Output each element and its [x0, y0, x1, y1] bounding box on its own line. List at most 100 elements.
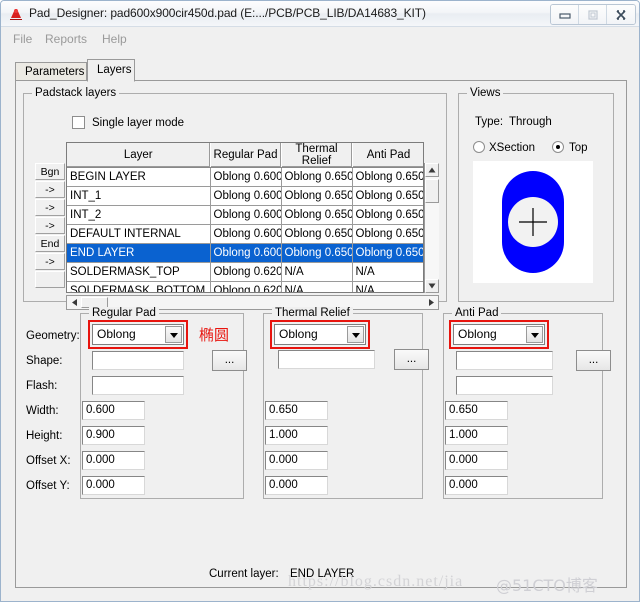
- anti-pad-width-field[interactable]: 0.650: [445, 401, 508, 420]
- table-row[interactable]: SOLDERMASK_TOP Oblong 0.620 X N/A N/A: [67, 262, 423, 282]
- cell-regular[interactable]: Oblong 0.600 X: [210, 167, 282, 187]
- regular-pad-offsetx-field[interactable]: 0.000: [82, 451, 145, 470]
- regular-pad-height-field[interactable]: 0.900: [82, 426, 145, 445]
- anti-pad-geometry-combo[interactable]: Oblong: [453, 324, 545, 345]
- row-button-begin[interactable]: Bgn: [35, 163, 65, 180]
- regular-pad-width-value: 0.600: [86, 404, 115, 416]
- table-row[interactable]: SOLDERMASK_BOTTOM Oblong 0.620 X N/A N/A: [67, 281, 423, 292]
- annotation-ellipse: 椭圆: [199, 326, 230, 344]
- cell-antipad[interactable]: N/A: [352, 262, 423, 282]
- row-button-end[interactable]: End: [35, 235, 65, 252]
- row-button-int1[interactable]: ->: [35, 181, 65, 198]
- chevron-down-icon[interactable]: [165, 326, 182, 343]
- anti-pad-shape-browse-button[interactable]: ...: [576, 350, 611, 371]
- padstack-grid: Bgn -> -> -> End -> Layer Regular Pad Th…: [35, 142, 439, 310]
- maximize-button[interactable]: [579, 5, 607, 24]
- tab-parameters[interactable]: Parameters: [15, 62, 87, 81]
- column-header-layer[interactable]: Layer: [67, 143, 211, 168]
- cell-thermal[interactable]: Oblong 0.650 X: [281, 186, 353, 206]
- regular-pad-flash-field[interactable]: [92, 376, 184, 395]
- thermal-relief-width-value: 0.650: [269, 404, 298, 416]
- regular-pad-offsety-value: 0.000: [86, 479, 115, 491]
- cell-regular[interactable]: Oblong 0.620 X: [210, 281, 282, 292]
- cell-thermal[interactable]: N/A: [281, 281, 353, 292]
- thermal-relief-offsetx-field[interactable]: 0.000: [265, 451, 328, 470]
- cell-layer[interactable]: DEFAULT INTERNAL: [67, 224, 211, 244]
- cell-thermal[interactable]: Oblong 0.650 X: [281, 205, 353, 225]
- table-row[interactable]: INT_1 Oblong 0.600 X Oblong 0.650 X Oblo…: [67, 186, 423, 206]
- row-button-header-spacer: [35, 142, 65, 163]
- regular-pad-shape-browse-button[interactable]: ...: [212, 350, 247, 371]
- thermal-relief-height-field[interactable]: 1.000: [265, 426, 328, 445]
- grid-vertical-scrollbar[interactable]: [424, 163, 439, 293]
- cell-layer[interactable]: BEGIN LAYER: [67, 167, 211, 187]
- cell-layer[interactable]: SOLDERMASK_TOP: [67, 262, 211, 282]
- anti-pad-shape-field[interactable]: [456, 351, 553, 370]
- scroll-right-button[interactable]: [425, 297, 437, 308]
- cell-regular[interactable]: Oblong 0.600 X: [210, 186, 282, 206]
- regular-pad-offsety-field[interactable]: 0.000: [82, 476, 145, 495]
- padstack-table-viewport: Layer Regular Pad Thermal Relief Anti Pa…: [66, 142, 424, 293]
- row-button-smbottom[interactable]: [35, 271, 65, 288]
- table-row[interactable]: INT_2 Oblong 0.600 X Oblong 0.650 X Oblo…: [67, 205, 423, 225]
- row-button-int2[interactable]: ->: [35, 199, 65, 216]
- column-header-antipad[interactable]: Anti Pad: [352, 143, 423, 168]
- table-row[interactable]: DEFAULT INTERNAL Oblong 0.600 X Oblong 0…: [67, 224, 423, 244]
- chevron-down-icon[interactable]: [347, 326, 364, 343]
- radio-xsection[interactable]: [473, 141, 485, 153]
- cell-layer[interactable]: END LAYER: [67, 243, 211, 263]
- menu-help[interactable]: Help: [96, 31, 133, 47]
- cell-antipad[interactable]: N/A: [352, 281, 423, 292]
- cell-antipad[interactable]: Oblong 0.650 X: [352, 205, 423, 225]
- anti-pad-geometry-value: Oblong: [458, 327, 497, 341]
- thermal-relief-label: Thermal Relief: [272, 307, 353, 319]
- cell-antipad[interactable]: Oblong 0.650 X: [352, 186, 423, 206]
- cell-regular[interactable]: Oblong 0.600 X: [210, 224, 282, 244]
- table-row[interactable]: BEGIN LAYER Oblong 0.600 X Oblong 0.650 …: [67, 167, 423, 187]
- radio-top[interactable]: [552, 141, 564, 153]
- cell-thermal[interactable]: Oblong 0.650 X: [281, 224, 353, 244]
- close-button[interactable]: [607, 5, 635, 24]
- scroll-thumb[interactable]: [425, 179, 439, 203]
- cell-antipad[interactable]: Oblong 0.650 X: [352, 243, 423, 263]
- thermal-relief-offsety-value: 0.000: [269, 479, 298, 491]
- cell-regular[interactable]: Oblong 0.620 X: [210, 262, 282, 282]
- cell-antipad[interactable]: Oblong 0.650 X: [352, 224, 423, 244]
- cell-regular[interactable]: Oblong 0.600 X: [210, 243, 282, 263]
- cell-thermal[interactable]: Oblong 0.650 X: [281, 243, 353, 263]
- tab-layers[interactable]: Layers: [87, 59, 135, 82]
- menu-file[interactable]: File: [7, 31, 38, 47]
- regular-pad-width-field[interactable]: 0.600: [82, 401, 145, 420]
- row-button-smtop[interactable]: ->: [35, 253, 65, 270]
- anti-pad-height-field[interactable]: 1.000: [445, 426, 508, 445]
- anti-pad-offsetx-field[interactable]: 0.000: [445, 451, 508, 470]
- anti-pad-offsety-field[interactable]: 0.000: [445, 476, 508, 495]
- thermal-relief-shape-field[interactable]: [278, 350, 375, 369]
- regular-pad-shape-field[interactable]: [92, 351, 184, 370]
- scroll-down-button[interactable]: [425, 279, 439, 293]
- scroll-left-button[interactable]: [68, 297, 80, 308]
- thermal-relief-offsety-field[interactable]: 0.000: [265, 476, 328, 495]
- row-button-default[interactable]: ->: [35, 217, 65, 234]
- minimize-button[interactable]: [551, 5, 579, 24]
- cell-thermal[interactable]: Oblong 0.650 X: [281, 167, 353, 187]
- cell-antipad[interactable]: Oblong 0.650 X: [352, 167, 423, 187]
- scroll-up-button[interactable]: [425, 163, 439, 177]
- menu-reports[interactable]: Reports: [39, 31, 93, 47]
- column-header-thermal[interactable]: Thermal Relief: [281, 143, 353, 168]
- app-icon: [8, 6, 24, 22]
- regular-pad-geometry-combo[interactable]: Oblong: [92, 324, 184, 345]
- cell-layer[interactable]: SOLDERMASK_BOTTOM: [67, 281, 211, 292]
- table-row-selected[interactable]: END LAYER Oblong 0.600 X Oblong 0.650 X …: [67, 243, 423, 263]
- thermal-relief-shape-browse-button[interactable]: ...: [394, 349, 429, 370]
- chevron-down-icon[interactable]: [526, 326, 543, 343]
- cell-thermal[interactable]: N/A: [281, 262, 353, 282]
- single-layer-mode-checkbox[interactable]: [72, 116, 85, 129]
- cell-regular[interactable]: Oblong 0.600 X: [210, 205, 282, 225]
- cell-layer[interactable]: INT_1: [67, 186, 211, 206]
- anti-pad-flash-field[interactable]: [456, 376, 553, 395]
- cell-layer[interactable]: INT_2: [67, 205, 211, 225]
- column-header-regular[interactable]: Regular Pad: [210, 143, 282, 168]
- thermal-relief-geometry-combo[interactable]: Oblong: [274, 324, 366, 345]
- thermal-relief-width-field[interactable]: 0.650: [265, 401, 328, 420]
